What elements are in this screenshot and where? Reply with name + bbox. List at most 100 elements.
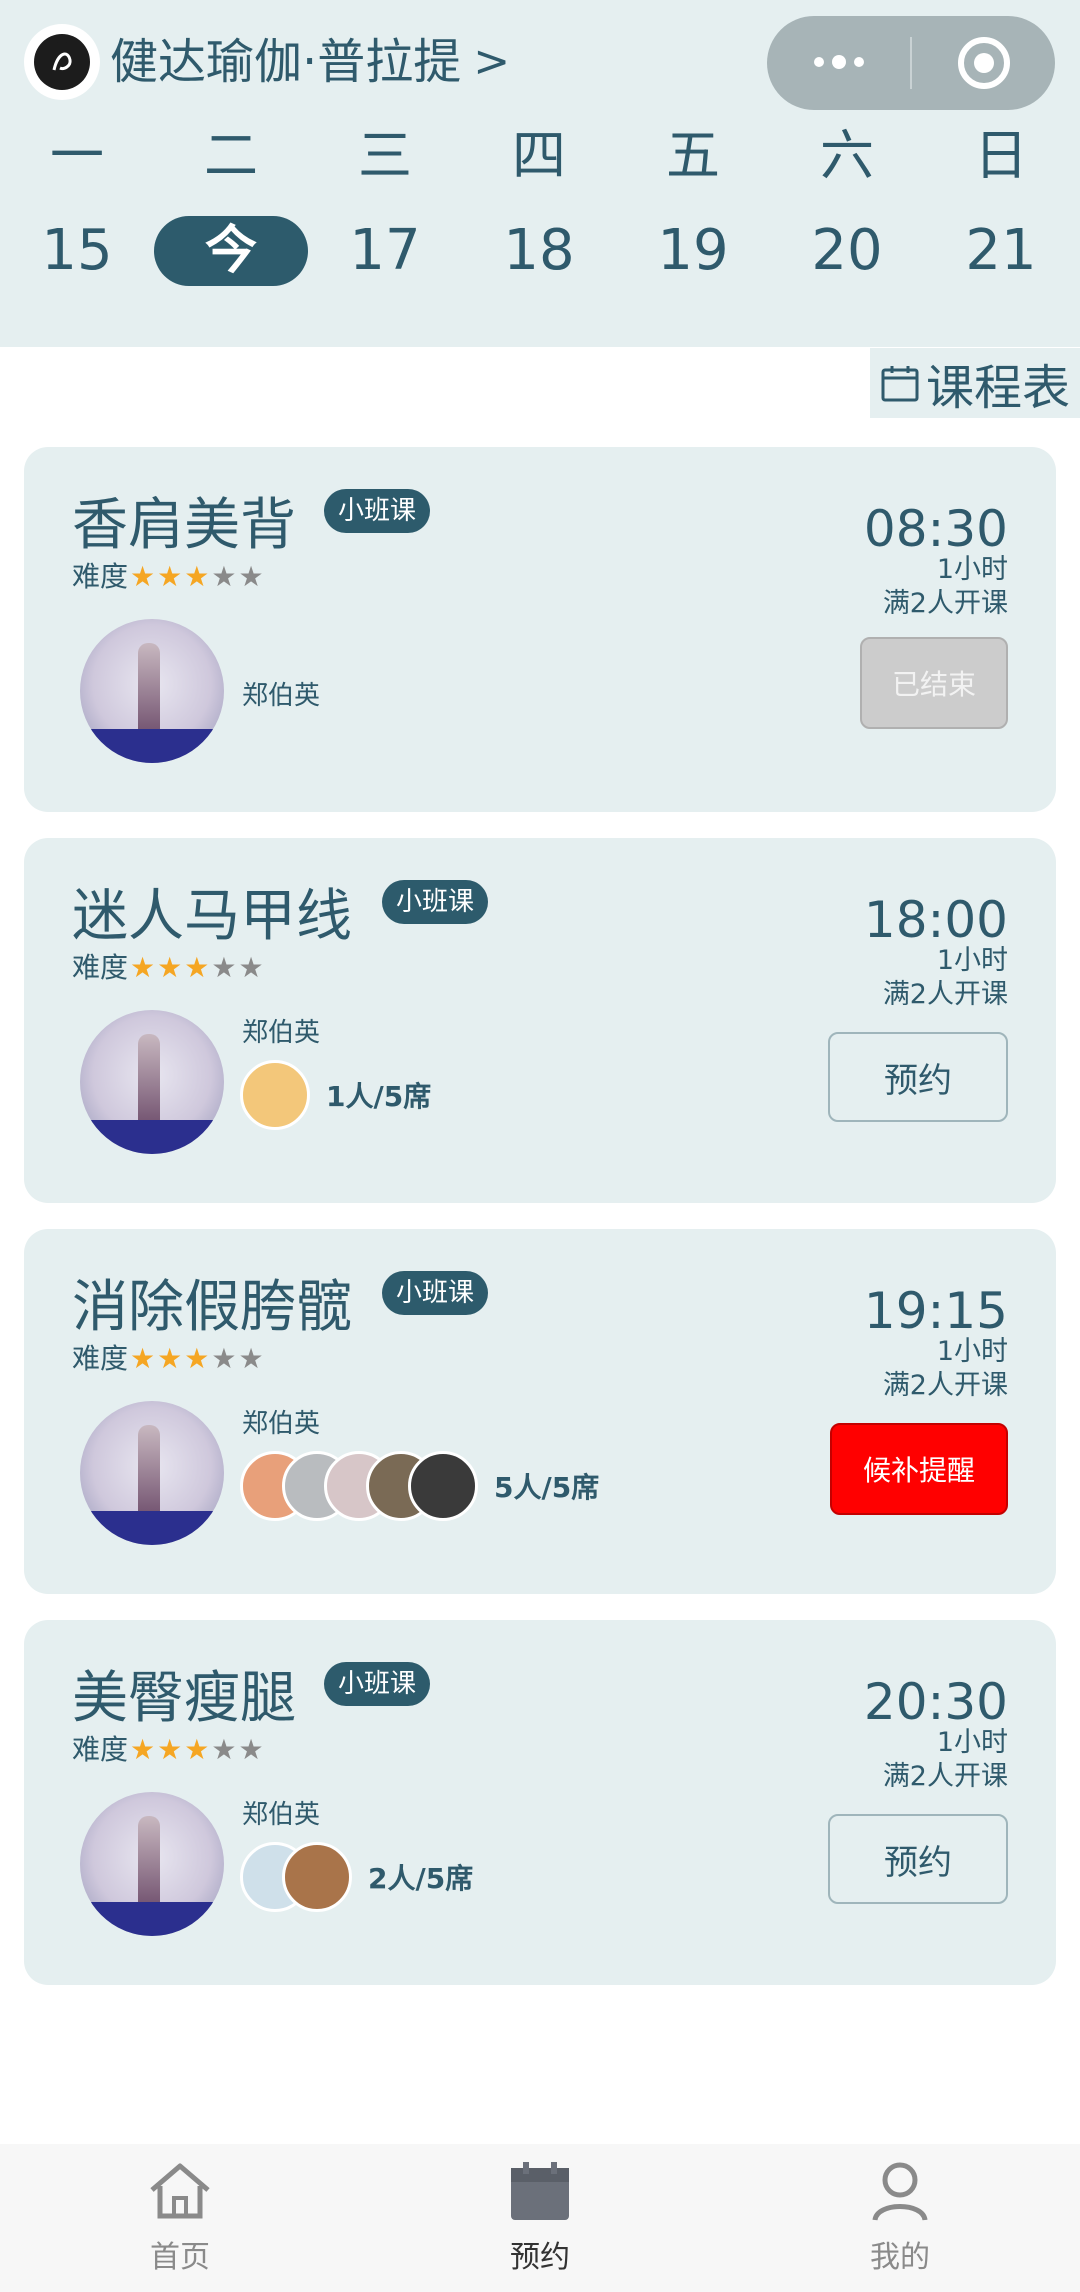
book-button[interactable]: 预约 <box>828 1814 1008 1904</box>
class-type-badge: 小班课 <box>382 880 489 924</box>
teacher-figure <box>138 1425 160 1523</box>
course-name: 消除假胯髋 <box>72 1275 352 1340</box>
logo-mark <box>34 34 90 90</box>
course-name: 香肩美背 <box>72 493 296 558</box>
weekday-label: 二 <box>204 124 258 187</box>
more-menu-button[interactable] <box>767 55 910 69</box>
date-cell[interactable]: 15 <box>0 216 154 286</box>
course-duration: 1小时 <box>936 945 1008 976</box>
schedule-button[interactable]: 课程表 <box>870 348 1080 418</box>
weekday-row: 一二三四五六日 <box>0 118 1080 194</box>
header: 健达瑜伽·普拉提 > 一 二 三 四 五 六 日 15 今 17 18 19 20 21 <box>0 0 1080 347</box>
weekday-label: 一 <box>50 124 104 187</box>
teacher-figure <box>138 1034 160 1132</box>
star-icon: ★ <box>157 1733 183 1766</box>
star-icon: ★ <box>157 1342 183 1375</box>
shop-name-link[interactable]: 健达瑜伽·普拉提 > <box>110 30 510 94</box>
min-people: 满2人开课 <box>882 1370 1008 1401</box>
difficulty-rating: 难度 ★ ★ ★ ★ ★ <box>72 1341 264 1377</box>
star-icon: ★ <box>211 1342 237 1375</box>
difficulty-label: 难度 <box>72 951 129 984</box>
tab-预约[interactable]: 预约 <box>360 2144 720 2292</box>
teacher-avatar[interactable] <box>80 1792 224 1936</box>
chevron-right-icon: > <box>473 36 511 87</box>
star-icon: ★ <box>238 1733 264 1766</box>
tab-首页[interactable]: 首页 <box>0 2144 360 2292</box>
course-time: 19:15 <box>863 1282 1008 1340</box>
star-icon: ★ <box>184 1733 210 1766</box>
course-time: 08:30 <box>863 500 1008 558</box>
schedule-label: 课程表 <box>925 360 1070 416</box>
course-time: 20:30 <box>863 1673 1008 1731</box>
teacher-avatar[interactable] <box>80 1010 224 1154</box>
date-cell[interactable]: 20 <box>770 216 924 286</box>
yoga-mat <box>80 1120 224 1154</box>
book-button[interactable]: 预约 <box>828 1032 1008 1122</box>
teacher-name: 郑伯英 <box>242 1800 321 1830</box>
seat-count: 5人/5席 <box>494 1471 600 1504</box>
date-cell[interactable]: 18 <box>462 216 616 286</box>
teacher-name: 郑伯英 <box>242 1018 321 1048</box>
calendar-icon <box>509 2160 571 2226</box>
member-avatar <box>240 1060 310 1130</box>
dot-icon <box>853 57 864 67</box>
date-selected-pill: 今 <box>154 216 308 286</box>
course-name: 迷人马甲线 <box>72 884 352 949</box>
star-icon: ★ <box>184 951 210 984</box>
tab-label: 首页 <box>150 2240 210 2275</box>
star-icon: ★ <box>211 951 237 984</box>
user-icon <box>869 2160 931 2226</box>
seat-count: 1人/5席 <box>326 1080 432 1113</box>
shop-logo[interactable] <box>24 24 100 100</box>
shop-name: 健达瑜伽·普拉提 <box>110 34 462 90</box>
teacher-figure <box>138 1816 160 1914</box>
member-avatar <box>282 1842 352 1912</box>
teacher-name: 郑伯英 <box>242 681 321 711</box>
weekday-label: 四 <box>512 124 566 187</box>
yoga-mat <box>80 1902 224 1936</box>
date-cell[interactable]: 今 <box>154 216 308 286</box>
star-icon: ★ <box>130 1342 156 1375</box>
star-icon: ★ <box>130 1733 156 1766</box>
course-duration: 1小时 <box>936 1727 1008 1758</box>
course-duration: 1小时 <box>936 1336 1008 1367</box>
course-card[interactable]: 美臀瘦腿 小班课 难度 ★ ★ ★ ★ ★ 郑伯英 2人/5席 20:30 1小时 满2人开课 预约 <box>24 1620 1056 1985</box>
target-icon <box>957 37 1010 89</box>
course-card[interactable]: 迷人马甲线 小班课 难度 ★ ★ ★ ★ ★ 郑伯英 1人/5席 18:00 1小时 满2人开课 预约 <box>24 838 1056 1203</box>
course-duration: 1小时 <box>936 554 1008 585</box>
difficulty-rating: 难度 ★ ★ ★ ★ ★ <box>72 1732 264 1768</box>
tab-bar: 首页 预约 我的 <box>0 2144 1080 2292</box>
ended-button: 已结束 <box>860 637 1008 729</box>
class-type-badge: 小班课 <box>324 489 431 533</box>
teacher-avatar[interactable] <box>80 619 224 763</box>
dot-icon <box>813 57 824 67</box>
home-icon <box>146 2160 214 2226</box>
min-people: 满2人开课 <box>882 1761 1008 1792</box>
star-icon: ★ <box>211 1733 237 1766</box>
date-cell[interactable]: 19 <box>616 216 770 286</box>
tab-label: 预约 <box>510 2240 570 2275</box>
calendar-outline-icon <box>881 366 919 402</box>
waitlist-button[interactable]: 候补提醒 <box>830 1423 1008 1515</box>
star-icon: ★ <box>130 951 156 984</box>
star-icon: ★ <box>211 560 237 593</box>
tab-label: 我的 <box>870 2240 930 2275</box>
weekday-label: 日 <box>974 124 1028 187</box>
booked-members: 2人/5席 <box>240 1842 473 1912</box>
course-card[interactable]: 消除假胯髋 小班课 难度 ★ ★ ★ ★ ★ 郑伯英 5人/5席 19:15 1小时 满2人开课 候补提醒 <box>24 1229 1056 1594</box>
course-card[interactable]: 香肩美背 小班课 难度 ★ ★ ★ ★ ★ 郑伯英 08:30 1小时 满2人开课 已结束 <box>24 447 1056 812</box>
close-miniprogram-button[interactable] <box>912 37 1055 89</box>
star-icon: ★ <box>238 1342 264 1375</box>
date-cell[interactable]: 21 <box>924 216 1078 286</box>
teacher-avatar[interactable] <box>80 1401 224 1545</box>
difficulty-rating: 难度 ★ ★ ★ ★ ★ <box>72 950 264 986</box>
tab-我的[interactable]: 我的 <box>720 2144 1080 2292</box>
weekday-label: 六 <box>820 124 874 187</box>
difficulty-label: 难度 <box>72 1342 129 1375</box>
date-cell[interactable]: 17 <box>308 216 462 286</box>
date-row: 15 今 17 18 19 20 21 <box>0 216 1080 286</box>
min-people: 满2人开课 <box>882 588 1008 619</box>
weekday-label: 三 <box>358 124 412 187</box>
course-time: 18:00 <box>863 891 1008 949</box>
star-icon: ★ <box>238 951 264 984</box>
